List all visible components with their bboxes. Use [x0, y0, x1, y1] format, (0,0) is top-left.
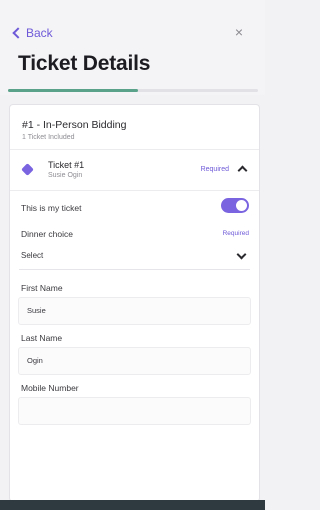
footer-bar [0, 500, 265, 510]
first-name-input[interactable]: Susie [18, 297, 251, 325]
close-button[interactable]: × [235, 24, 243, 40]
card-title: #1 - In-Person Bidding [22, 119, 127, 131]
dinner-select[interactable]: Select [21, 251, 43, 260]
progress-bar [8, 89, 258, 92]
card-header: #1 - In-Person Bidding 1 Ticket Included [10, 105, 259, 150]
chevron-up-icon[interactable] [237, 165, 248, 176]
back-button[interactable]: Back [12, 26, 53, 40]
page-title: Ticket Details [18, 52, 151, 75]
ticket-row[interactable]: Ticket #1 Susie Ogin Required [10, 150, 259, 191]
chevron-left-icon [12, 27, 24, 39]
last-name-input[interactable]: Ogin [18, 347, 251, 375]
card-subtitle: 1 Ticket Included [22, 134, 75, 141]
my-ticket-row: This is my ticket [10, 191, 259, 225]
first-name-field: First Name Susie [10, 277, 259, 327]
progress-fill [8, 89, 138, 92]
ticket-holder: Susie Ogin [48, 172, 83, 179]
first-name-value: Susie [27, 306, 46, 315]
back-label: Back [26, 26, 53, 40]
first-name-label: First Name [21, 283, 63, 293]
mobile-number-field: Mobile Number [10, 377, 259, 427]
ticket-name: Ticket #1 [48, 160, 85, 170]
last-name-field: Last Name Ogin [10, 327, 259, 377]
chevron-down-icon[interactable] [236, 249, 247, 260]
tag-icon [21, 163, 34, 176]
my-ticket-toggle[interactable] [221, 198, 249, 213]
divider [19, 269, 250, 270]
toggle-knob [236, 200, 247, 211]
ticket-card: #1 - In-Person Bidding 1 Ticket Included… [9, 104, 260, 502]
my-ticket-label: This is my ticket [21, 203, 82, 213]
top-bar: Back × Ticket Details [0, 0, 265, 95]
dinner-label: Dinner choice [21, 229, 73, 239]
mobile-number-label: Mobile Number [21, 383, 79, 393]
last-name-value: Ogin [27, 356, 43, 365]
dinner-choice-field: Dinner choice Required Select [10, 225, 259, 277]
mobile-number-input[interactable] [18, 397, 251, 425]
required-label: Required [200, 166, 229, 173]
last-name-label: Last Name [21, 333, 63, 343]
dinner-required-label: Required [222, 230, 249, 237]
